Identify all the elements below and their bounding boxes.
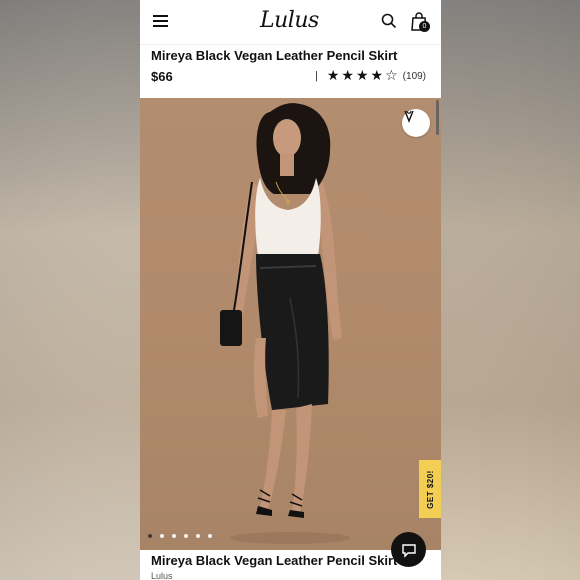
gallery-dot[interactable] bbox=[160, 534, 164, 538]
star-filled-icon: ★ bbox=[341, 67, 354, 83]
promo-tab[interactable]: GET $20! bbox=[419, 460, 441, 518]
gallery-dot[interactable] bbox=[196, 534, 200, 538]
wishlist-button[interactable] bbox=[402, 109, 430, 137]
product-summary-header: Mireya Black Vegan Leather Pencil Skirt … bbox=[140, 44, 441, 98]
star-filled-icon: ★ bbox=[355, 67, 369, 83]
gallery-dot[interactable] bbox=[148, 534, 152, 538]
star-rating: ★ ★ ★ ★ ☆ bbox=[327, 67, 400, 85]
product-image-gallery[interactable]: GET $20! bbox=[140, 98, 441, 550]
gallery-pagination[interactable] bbox=[148, 534, 212, 538]
gallery-dot[interactable] bbox=[172, 534, 176, 538]
product-title-below: Mireya Black Vegan Leather Pencil Skirt bbox=[151, 553, 398, 568]
chat-button[interactable] bbox=[391, 532, 426, 567]
heart-icon bbox=[404, 110, 414, 123]
top-navigation-bar: Lulus 0 bbox=[140, 0, 441, 44]
model-photo bbox=[220, 103, 350, 544]
gallery-dot[interactable] bbox=[208, 534, 212, 538]
divider: | bbox=[315, 70, 318, 82]
bag-count-badge: 0 bbox=[419, 21, 430, 32]
product-rating[interactable]: | ★ ★ ★ ★ ☆ (109) bbox=[315, 68, 426, 84]
background-blur-left bbox=[0, 0, 140, 580]
hamburger-icon[interactable] bbox=[153, 15, 168, 27]
background-blur-right bbox=[440, 0, 580, 580]
star-empty-icon: ☆ bbox=[385, 67, 398, 83]
phone-screen: Lulus 0 Mireya Black Vegan Leather Penci… bbox=[140, 0, 441, 580]
chat-icon bbox=[401, 543, 416, 558]
product-price: $66 bbox=[151, 69, 173, 84]
review-count[interactable]: (109) bbox=[403, 71, 426, 82]
star-filled-icon: ★ bbox=[370, 67, 384, 83]
star-filled-icon: ★ bbox=[326, 67, 340, 83]
brand-logo[interactable]: Lulus bbox=[260, 8, 319, 33]
gallery-dot[interactable] bbox=[184, 534, 188, 538]
product-brand[interactable]: Lulus bbox=[151, 571, 173, 580]
product-title: Mireya Black Vegan Leather Pencil Skirt bbox=[151, 48, 398, 63]
search-icon[interactable] bbox=[381, 13, 397, 29]
promo-label: GET $20! bbox=[425, 469, 435, 509]
page-scrollbar[interactable] bbox=[436, 100, 439, 135]
